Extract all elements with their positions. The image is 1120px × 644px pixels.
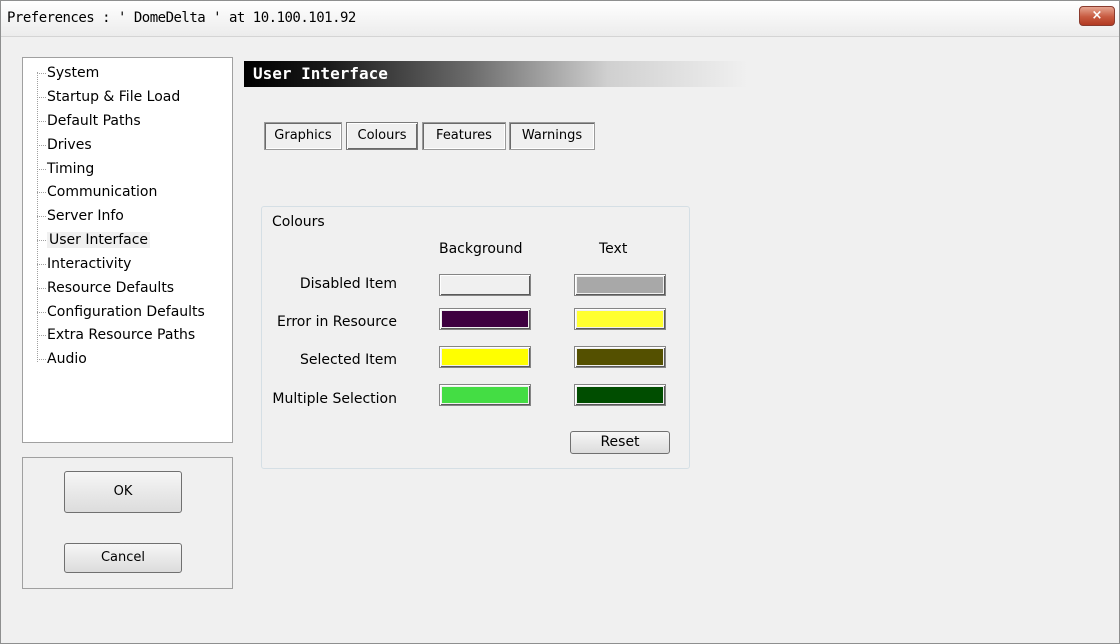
tree-item-audio[interactable]: Audio: [37, 348, 87, 370]
colours-group-title: Colours: [270, 214, 327, 230]
close-icon: ×: [1091, 8, 1103, 23]
row-label-multiple-selection: Multiple Selection: [272, 391, 397, 407]
swatch-fill: [577, 387, 663, 403]
tree-item-communication[interactable]: Communication: [37, 181, 157, 203]
tree-item-server-info[interactable]: Server Info: [37, 205, 124, 227]
disabled-item-background-swatch[interactable]: [439, 274, 531, 296]
tree-item-system[interactable]: System: [37, 62, 99, 84]
tree-item-resource-defaults[interactable]: Resource Defaults: [37, 277, 174, 299]
disabled-item-text-swatch[interactable]: [574, 274, 666, 296]
row-label-disabled-item: Disabled Item: [299, 276, 397, 292]
tab-colours[interactable]: Colours: [346, 122, 418, 150]
reset-button[interactable]: Reset: [570, 431, 670, 454]
swatch-fill: [442, 349, 528, 365]
multiple-selection-text-swatch[interactable]: [574, 384, 666, 406]
tree-item-user-interface[interactable]: User Interface: [37, 229, 151, 251]
selected-item-background-swatch[interactable]: [439, 346, 531, 368]
tab-warnings[interactable]: Warnings: [509, 122, 595, 150]
column-header-text: Text: [599, 241, 628, 257]
swatch-fill: [577, 277, 663, 293]
swatch-fill: [442, 311, 528, 327]
multiple-selection-background-swatch[interactable]: [439, 384, 531, 406]
section-title: User Interface: [244, 61, 804, 87]
window-title: Preferences : ' DomeDelta ' at 10.100.10…: [7, 10, 356, 26]
column-header-background: Background: [439, 241, 523, 257]
tree-item-extra-resource-paths[interactable]: Extra Resource Paths: [37, 324, 195, 346]
swatch-fill: [577, 311, 663, 327]
tree-item-configuration-defaults[interactable]: Configuration Defaults: [37, 301, 205, 323]
tab-features[interactable]: Features: [422, 122, 506, 150]
error-in-resource-background-swatch[interactable]: [439, 308, 531, 330]
title-bar[interactable]: Preferences : ' DomeDelta ' at 10.100.10…: [1, 1, 1119, 37]
row-label-error-in-resource: Error in Resource: [277, 314, 397, 330]
selected-item-text-swatch[interactable]: [574, 346, 666, 368]
swatch-fill: [577, 349, 663, 365]
ok-button[interactable]: OK: [64, 471, 182, 513]
dialog-button-panel: OK Cancel: [22, 457, 233, 589]
tree-item-interactivity[interactable]: Interactivity: [37, 253, 131, 275]
tab-graphics[interactable]: Graphics: [264, 122, 342, 150]
tree-item-timing[interactable]: Timing: [37, 158, 94, 180]
tree-item-startup-file-load[interactable]: Startup & File Load: [37, 86, 180, 108]
swatch-fill: [442, 277, 528, 293]
close-button[interactable]: ×: [1079, 6, 1115, 26]
row-label-selected-item: Selected Item: [299, 352, 397, 368]
preferences-tree[interactable]: System Startup & File Load Default Paths…: [22, 57, 233, 443]
tree-item-default-paths[interactable]: Default Paths: [37, 110, 141, 132]
error-in-resource-text-swatch[interactable]: [574, 308, 666, 330]
cancel-button[interactable]: Cancel: [64, 543, 182, 573]
tree-item-drives[interactable]: Drives: [37, 134, 92, 156]
swatch-fill: [442, 387, 528, 403]
preferences-window: Preferences : ' DomeDelta ' at 10.100.10…: [0, 0, 1120, 644]
